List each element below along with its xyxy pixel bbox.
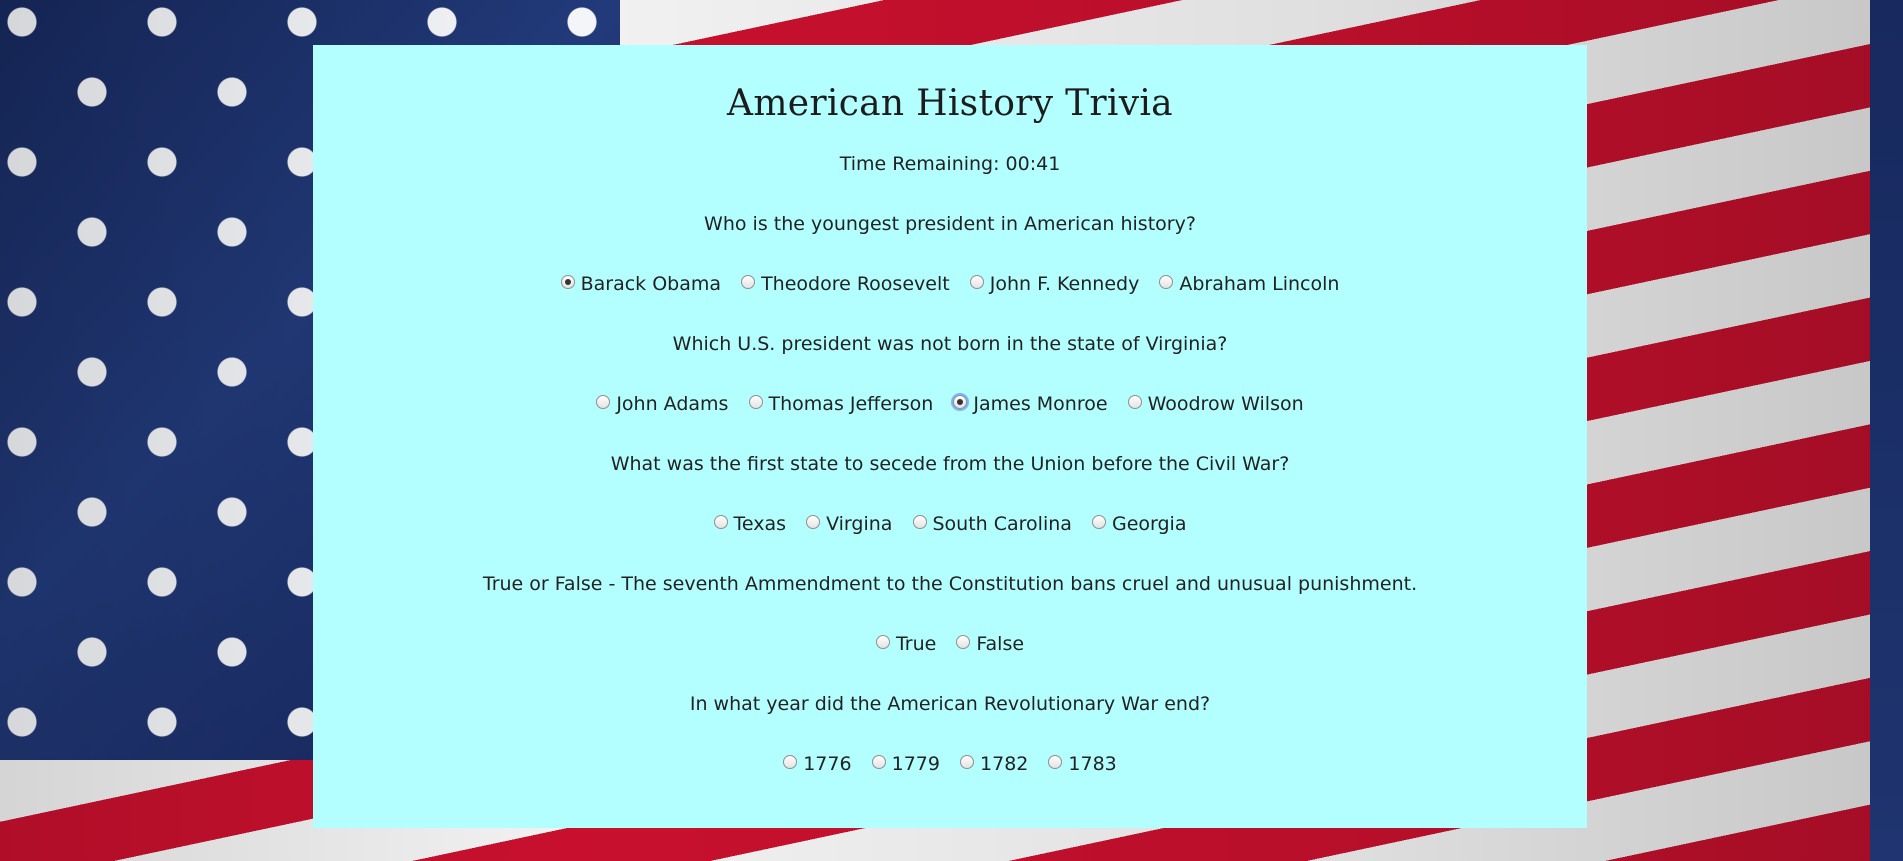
q2-option-3[interactable]: James Monroe [953,390,1108,418]
q4-option-1[interactable]: True [875,630,937,658]
radio-button[interactable] [1048,755,1063,769]
option-label: Texas [733,513,787,535]
radio-button[interactable] [956,635,971,649]
q3-option-4[interactable]: Georgia [1091,510,1187,538]
q4-option-2[interactable]: False [956,630,1024,658]
question-5-options: 1776 1779 1782 1783 [313,750,1587,778]
option-label: 1782 [980,753,1029,775]
option-label: Thomas Jefferson [768,393,934,415]
question-2-text: Which U.S. president was not born in the… [672,333,1228,355]
q2-option-4[interactable]: Woodrow Wilson [1127,390,1304,418]
question-1-text: Who is the youngest president in America… [704,213,1196,235]
option-label: South Carolina [932,513,1072,535]
question-5: In what year did the American Revolution… [313,690,1587,778]
q5-option-4[interactable]: 1783 [1048,750,1117,778]
radio-button[interactable] [871,755,886,769]
question-1-options: Barack Obama Theodore Roosevelt John F. … [313,270,1587,298]
radio-button[interactable] [783,755,798,769]
option-label: Virgina [826,513,893,535]
q3-option-2[interactable]: Virgina [806,510,892,538]
radio-button[interactable] [960,755,975,769]
q1-option-4[interactable]: Abraham Lincoln [1159,270,1339,298]
question-4-options: True False [313,630,1587,658]
q1-option-2[interactable]: Theodore Roosevelt [741,270,950,298]
radio-button[interactable] [713,515,728,529]
radio-button[interactable] [1127,395,1142,409]
q2-option-2[interactable]: Thomas Jefferson [748,390,934,418]
question-4-text: True or False - The seventh Ammendment t… [482,573,1418,595]
trivia-panel: American History Trivia Time Remaining: … [313,45,1587,828]
q2-option-1[interactable]: John Adams [596,390,728,418]
radio-button[interactable] [596,395,611,409]
time-remaining: Time Remaining: 00:41 [839,153,1061,175]
question-5-text: In what year did the American Revolution… [689,693,1211,715]
question-4: True or False - The seventh Ammendment t… [313,570,1587,658]
option-label: False [976,633,1025,655]
option-label: Barack Obama [580,273,722,295]
radio-button[interactable] [1091,515,1106,529]
radio-button[interactable] [875,635,890,649]
q5-option-1[interactable]: 1776 [783,750,852,778]
q3-option-1[interactable]: Texas [713,510,787,538]
option-label: 1776 [803,753,852,775]
option-label: Abraham Lincoln [1179,273,1340,295]
radio-button[interactable] [748,395,763,409]
radio-button[interactable] [741,275,756,289]
question-3-options: Texas Virgina South Carolina Georgia [313,510,1587,538]
q5-option-2[interactable]: 1779 [871,750,940,778]
question-2: Which U.S. president was not born in the… [313,330,1587,418]
radio-button[interactable] [560,275,575,289]
option-label: 1779 [891,753,940,775]
page-title: American History Trivia [727,83,1173,124]
option-label: James Monroe [973,393,1108,415]
question-2-options: John Adams Thomas Jefferson James Monroe… [313,390,1587,418]
radio-button[interactable] [953,395,968,409]
option-label: True [895,633,937,655]
option-label: John Adams [616,393,729,415]
question-3-text: What was the first state to secede from … [610,453,1290,475]
radio-button[interactable] [969,275,984,289]
radio-button[interactable] [806,515,821,529]
q1-option-3[interactable]: John F. Kennedy [969,270,1140,298]
radio-button[interactable] [1159,275,1174,289]
option-label: 1783 [1068,753,1117,775]
q1-option-1[interactable]: Barack Obama [560,270,722,298]
flag-edge [1870,0,1903,861]
q3-option-3[interactable]: South Carolina [912,510,1072,538]
option-label: Georgia [1111,513,1187,535]
q5-option-3[interactable]: 1782 [960,750,1028,778]
option-label: Theodore Roosevelt [761,273,950,295]
question-3: What was the first state to secede from … [313,450,1587,538]
option-label: John F. Kennedy [989,273,1140,295]
question-1: Who is the youngest president in America… [313,210,1587,298]
radio-button[interactable] [912,515,927,529]
option-label: Woodrow Wilson [1147,393,1304,415]
